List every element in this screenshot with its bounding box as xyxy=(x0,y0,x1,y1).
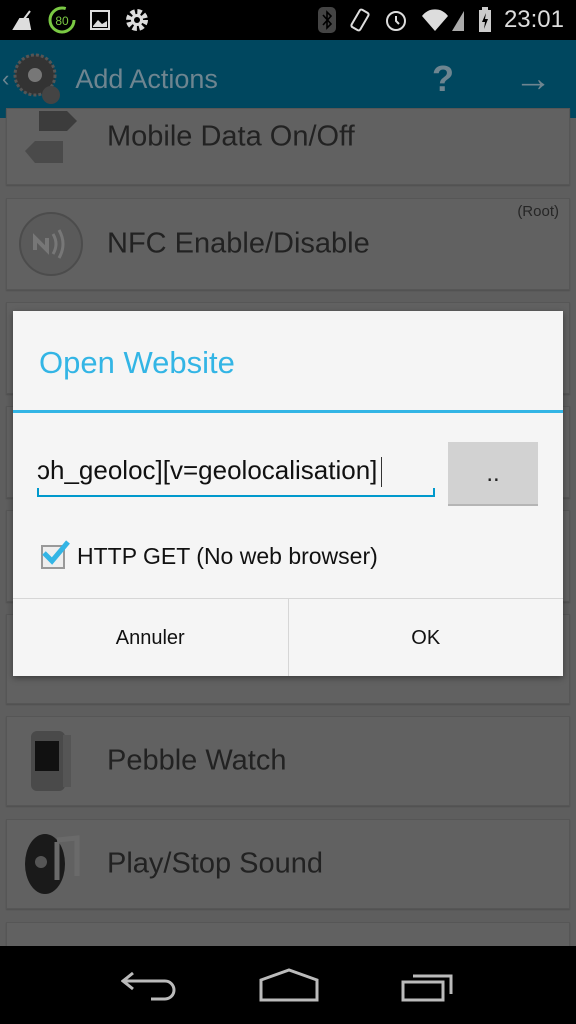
url-input[interactable]: ɔh_geoloc][v=geolocalisation] xyxy=(37,451,435,497)
status-bar: 80 23:01 xyxy=(0,0,576,40)
help-button[interactable]: ? xyxy=(432,58,454,100)
alarm-icon xyxy=(385,11,406,31)
app-gear-logo-icon[interactable] xyxy=(9,51,65,107)
dialog-title: Open Website xyxy=(13,311,563,413)
list-item[interactable]: (Root) NFC Enable/Disable xyxy=(6,198,570,290)
bluetooth-icon xyxy=(317,7,336,33)
recents-icon[interactable] xyxy=(401,968,455,1002)
gear-icon xyxy=(126,9,148,31)
cancel-button[interactable]: Annuler xyxy=(13,599,288,676)
checkbox-label: HTTP GET (No web browser) xyxy=(77,543,378,569)
battery-80-icon: 80 xyxy=(48,6,76,34)
checkbox-icon[interactable] xyxy=(41,539,70,569)
ok-button[interactable]: OK xyxy=(287,599,564,676)
list-item[interactable]: Pebble Watch xyxy=(6,716,570,806)
http-get-checkbox[interactable]: HTTP GET (No web browser) xyxy=(41,539,378,570)
checkmark-icon xyxy=(42,539,70,565)
watch-icon xyxy=(31,731,71,791)
url-value: ɔh_geoloc][v=geolocalisation] xyxy=(37,455,378,485)
back-icon[interactable] xyxy=(121,969,177,1001)
navigation-bar xyxy=(0,946,576,1024)
arrow-right-icon[interactable]: → xyxy=(514,58,552,101)
list-item[interactable]: Mobile Data On/Off xyxy=(6,108,570,185)
chevron-left-icon[interactable]: ‹ xyxy=(2,66,9,92)
list-item-label: NFC Enable/Disable xyxy=(107,227,370,260)
home-icon[interactable] xyxy=(259,968,319,1002)
action-bar: ‹ Add Actions ? → xyxy=(0,40,576,118)
list-item-label: Pebble Watch xyxy=(107,744,287,777)
root-badge: (Root) xyxy=(517,203,559,220)
image-icon xyxy=(90,10,110,30)
text-cursor xyxy=(381,457,383,488)
wifi-icon xyxy=(421,9,464,31)
rotate-icon xyxy=(350,8,370,32)
battery-charging-icon xyxy=(478,7,491,32)
clock: 23:01 xyxy=(503,6,564,33)
svg-text:80: 80 xyxy=(55,14,69,28)
browse-button[interactable]: .. xyxy=(448,442,538,506)
page-title: Add Actions xyxy=(75,63,218,94)
list-item-label: Play/Stop Sound xyxy=(107,847,324,880)
open-website-dialog: Open Website ɔh_geoloc][v=geolocalisatio… xyxy=(13,311,563,676)
cleaner-icon xyxy=(12,10,32,30)
list-item-label: Mobile Data On/Off xyxy=(107,120,355,152)
nfc-icon xyxy=(19,212,83,276)
dialog-buttons: Annuler OK xyxy=(13,598,563,676)
list-item[interactable]: Play/Stop Sound xyxy=(6,819,570,909)
arrows-exchange-icon xyxy=(25,110,77,163)
speaker-icon xyxy=(25,834,80,894)
